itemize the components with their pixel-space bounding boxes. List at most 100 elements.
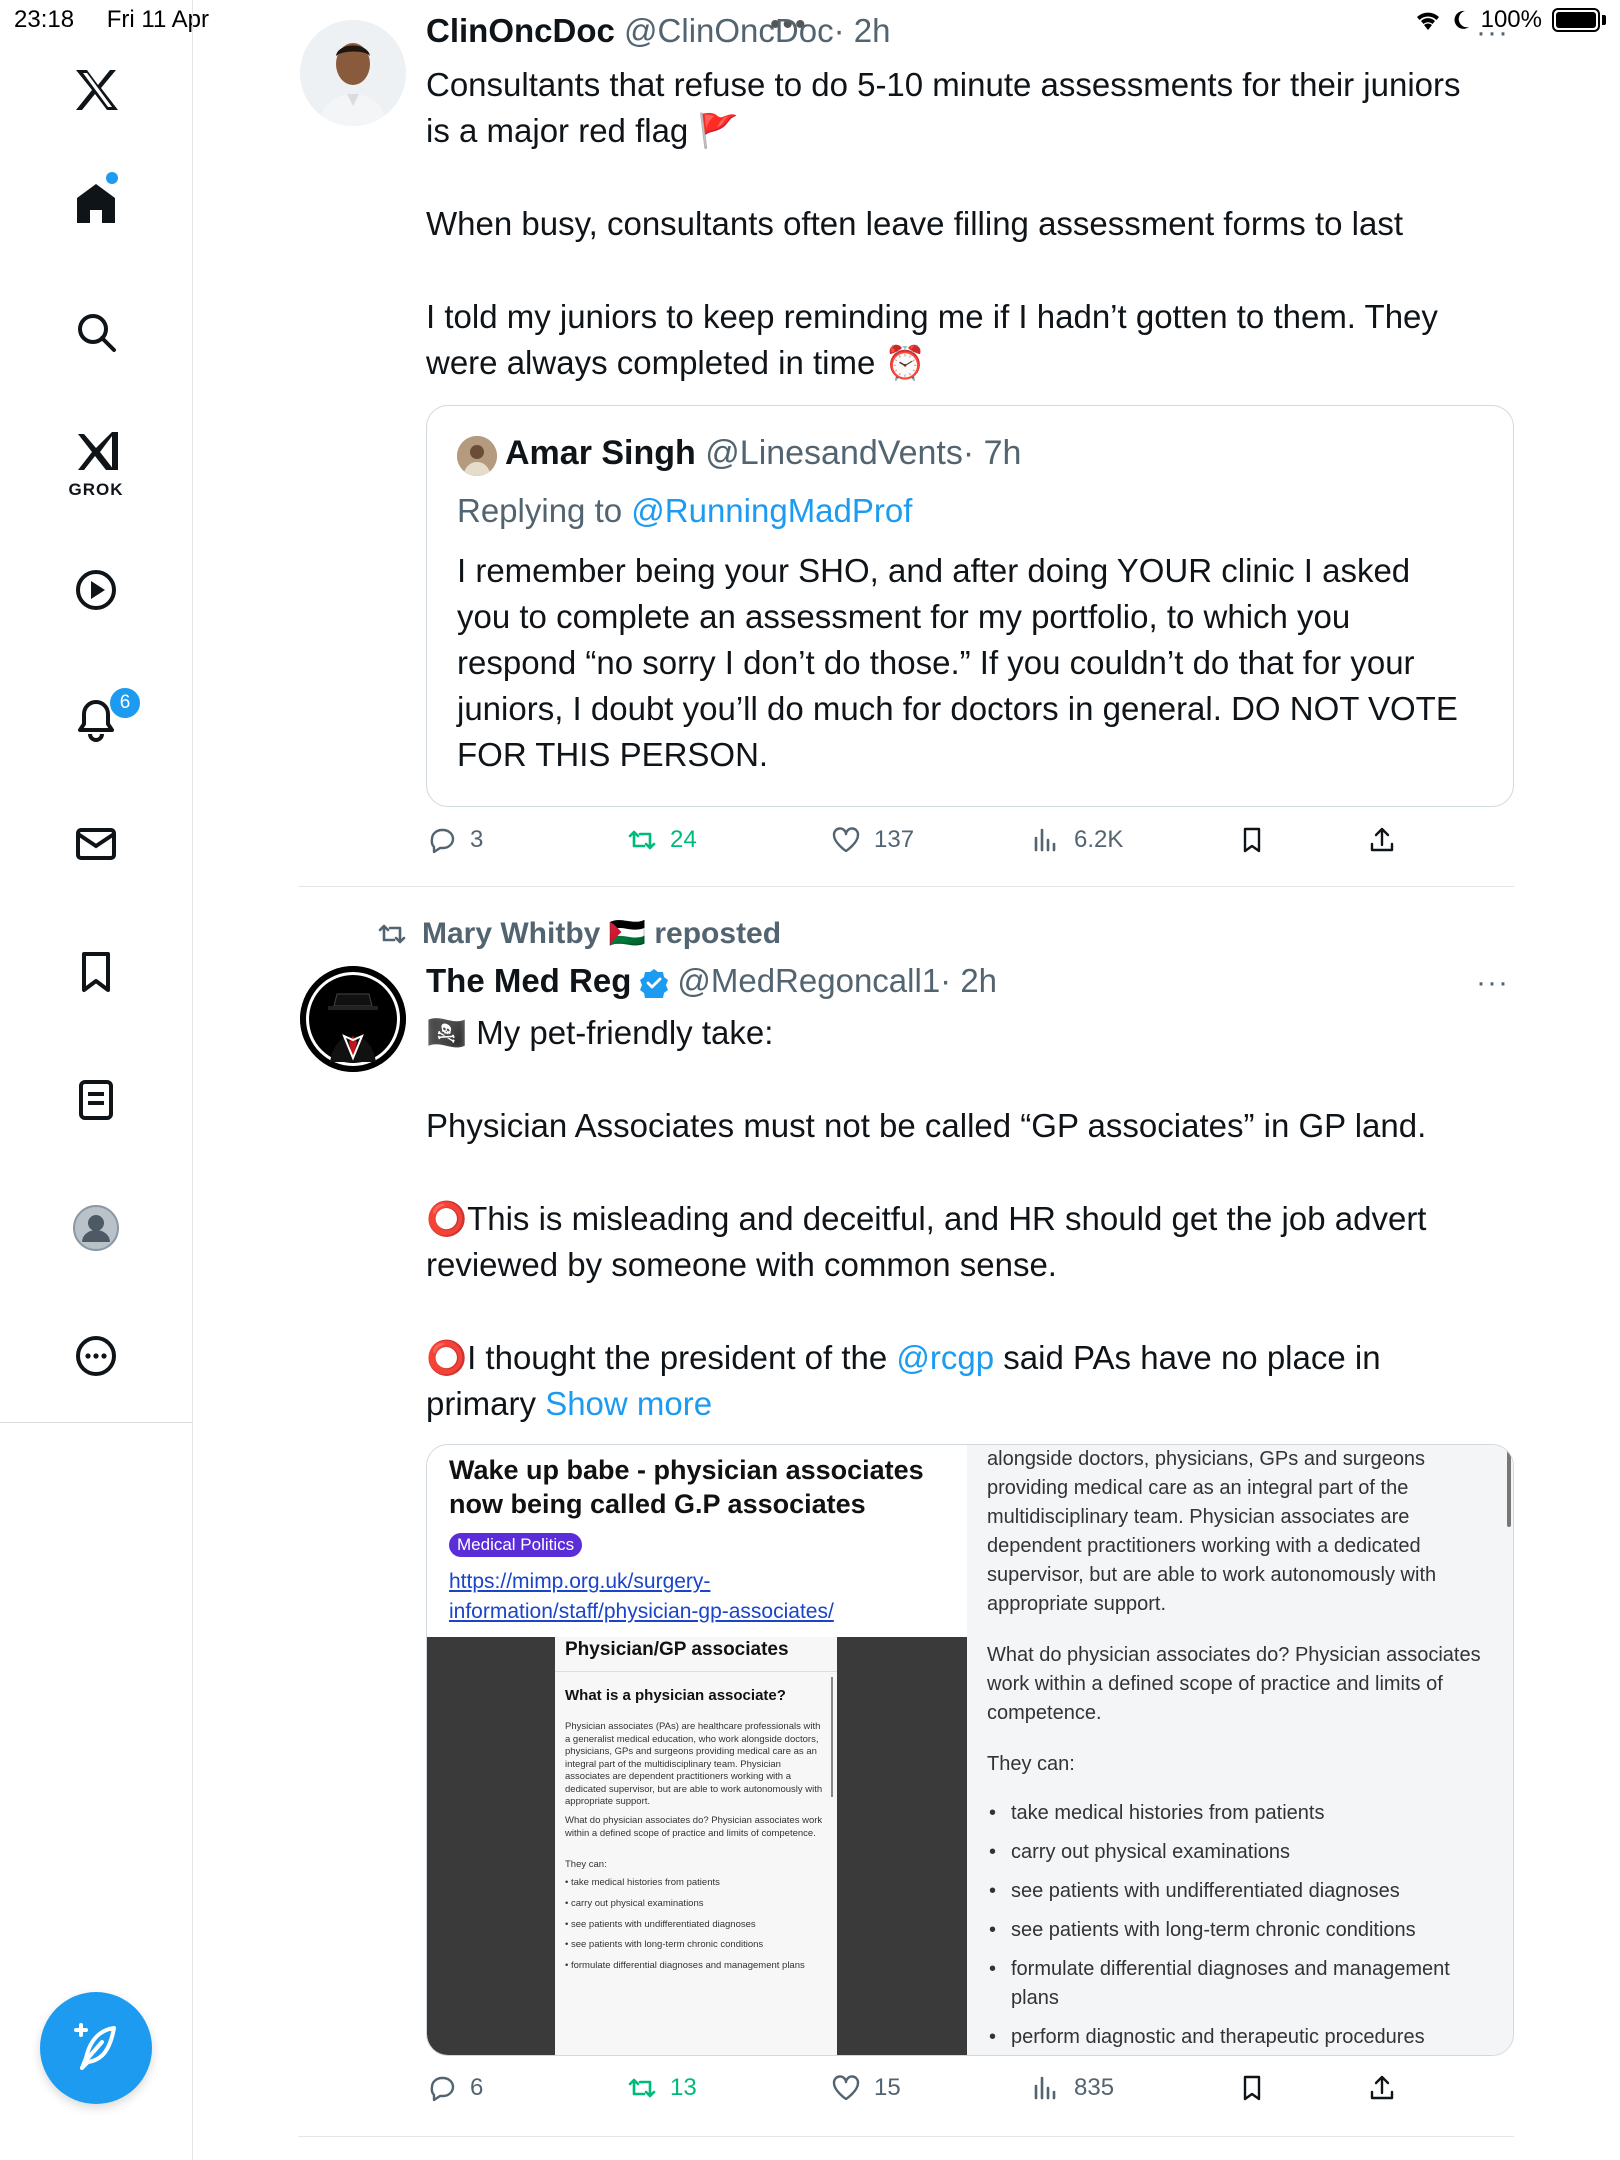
wifi-icon: [1416, 12, 1439, 30]
media-right-paragraph: What do physician associates do? Physici…: [987, 1644, 1481, 1724]
media-right-list-item: carry out physical examinations: [987, 1838, 1497, 1867]
doc-scrollbar: [831, 1677, 833, 1797]
tweet-text-line: Consultants that refuse to do 5-10 minut…: [426, 66, 1461, 103]
like-count: 15: [874, 2074, 901, 2101]
tweet-divider: [298, 2136, 1514, 2137]
tweet-author-line: The Med Reg @MedRegoncall1· 2h: [426, 962, 997, 1000]
view-count: 6.2K: [1074, 826, 1124, 853]
battery-icon: [1552, 8, 1600, 32]
tweet-text-line: I told my juniors to keep reminding me i…: [426, 298, 1438, 335]
bookmark-icon: [1243, 2075, 1261, 2101]
doc-title: Physician/GP associates: [565, 1639, 789, 1660]
sidebar-item-more[interactable]: [56, 1316, 136, 1396]
like-button[interactable]: 137: [830, 824, 914, 856]
heart-icon: [832, 827, 860, 853]
author-handle[interactable]: @ClinOncDoc: [624, 12, 834, 49]
quote-text-line: respond “no sorry I don’t do those.” If …: [457, 644, 1415, 681]
mention-link[interactable]: @rcgp: [896, 1339, 994, 1376]
media-doc: Physician/GP associates What is a physic…: [555, 1637, 837, 2055]
author-avatar[interactable]: [300, 20, 406, 126]
quote-text-line: FOR THIS PERSON.: [457, 736, 769, 773]
sidebar-item-lists[interactable]: [56, 1060, 136, 1140]
author-avatar[interactable]: [300, 966, 406, 1072]
repost-count: 13: [670, 2074, 697, 2101]
quote-text-line: juniors, I doubt you’ll do much for doct…: [457, 690, 1458, 727]
reply-count: 3: [470, 826, 484, 853]
media-tag-badge: Medical Politics: [449, 1533, 583, 1557]
tweet-text-line: Physician Associates must not be called …: [426, 1107, 1427, 1144]
author-name[interactable]: The Med Reg: [426, 962, 631, 999]
tweet-text-part: said PAs have no place in: [994, 1339, 1381, 1376]
more-options-icon[interactable]: ···: [1476, 16, 1509, 50]
share-button[interactable]: [1366, 2072, 1398, 2104]
bookmark-icon: [82, 952, 110, 992]
sidebar-item-home[interactable]: [56, 164, 136, 244]
heart-icon: [832, 2075, 860, 2101]
x-logo-icon[interactable]: [56, 50, 136, 130]
repost-button[interactable]: 24: [626, 824, 697, 856]
reply-button[interactable]: 6: [426, 2072, 483, 2104]
like-button[interactable]: 15: [830, 2072, 901, 2104]
tweet-text-part: primary: [426, 1385, 546, 1422]
show-more-link[interactable]: Show more: [545, 1385, 712, 1422]
repost-icon: [628, 830, 656, 850]
more-circle-icon: [76, 1336, 116, 1376]
more-options-icon[interactable]: ···: [1476, 966, 1509, 1000]
media-screenshot-right: alongside doctors, physicians, GPs and s…: [967, 1445, 1513, 2055]
media-right-they-can: They can:: [987, 1753, 1075, 1775]
grok-label: GROK: [68, 480, 124, 499]
tweet-text-line: When busy, consultants often leave filli…: [426, 205, 1404, 242]
media-title: Wake up babe - physician associates now …: [449, 1455, 924, 1519]
author-handle[interactable]: @MedRegoncall1: [677, 962, 940, 999]
compose-post-button[interactable]: [40, 1992, 152, 2104]
sidebar-nav: GROK 6: [0, 0, 193, 1422]
sidebar-item-profile[interactable]: [56, 1188, 136, 1268]
sidebar-item-bookmarks[interactable]: [56, 932, 136, 1012]
reposted-by-line[interactable]: Mary Whitby 🇵🇸 reposted: [376, 916, 781, 951]
quote-author-avatar: [457, 436, 497, 476]
tweet-media-image[interactable]: Wake up babe - physician associates now …: [426, 1444, 1514, 2056]
tweet-text-line: were always completed in time ⏰: [426, 344, 926, 381]
doc-list-item: carry out physical examinations: [565, 1894, 827, 1915]
author-name[interactable]: ClinOncDoc: [426, 12, 615, 49]
doc-paragraph: Physician associates (PAs) are healthcar…: [565, 1721, 823, 1807]
share-icon: [1370, 2075, 1394, 2100]
views-button[interactable]: 835: [1030, 2072, 1114, 2104]
bookmark-icon: [1243, 827, 1261, 853]
media-url: https://mimp.org.uk/surgery-information/…: [449, 1570, 834, 1623]
media-right-list-item: see patients with long-term chronic cond…: [987, 1916, 1497, 1945]
tweet-actions: 6 13 15 835: [426, 2072, 1426, 2116]
media-right-list-item: see patients with undifferentiated diagn…: [987, 1877, 1497, 1906]
view-count: 835: [1074, 2074, 1115, 2101]
doc-paragraph: What do physician associates do? Physici…: [565, 1815, 823, 1839]
views-button[interactable]: 6.2K: [1030, 824, 1123, 856]
share-button[interactable]: [1366, 824, 1398, 856]
doc-list-item: see patients with long-term chronic cond…: [565, 1935, 827, 1956]
sidebar-item-video[interactable]: [56, 550, 136, 630]
doc-separator: [555, 1671, 837, 1672]
media-right-list-item: formulate differential diagnoses and man…: [987, 1955, 1497, 2013]
bookmark-button[interactable]: [1236, 2072, 1268, 2104]
sidebar-item-explore[interactable]: [56, 292, 136, 372]
tweet-divider: [298, 886, 1514, 887]
tweet-time[interactable]: · 2h: [834, 12, 891, 49]
repost-button[interactable]: 13: [626, 2072, 697, 2104]
quote-author-line: Amar Singh @LinesandVents· 7h: [505, 434, 1021, 473]
tweet-text-part: ⭕I thought the president of the: [426, 1339, 897, 1376]
doc-list-item: take medical histories from patients: [565, 1873, 827, 1894]
bookmark-button[interactable]: [1236, 824, 1268, 856]
reply-icon: [430, 828, 455, 854]
sidebar-item-messages[interactable]: [56, 804, 136, 884]
doc-heading: What is a physician associate?: [565, 1687, 786, 1704]
reply-button[interactable]: 3: [426, 824, 483, 856]
tweet-text-line: ⭕This is misleading and deceitful, and H…: [426, 1200, 1427, 1237]
tweet-text-line: is a major red flag 🚩: [426, 112, 739, 149]
status-bar-right: 100%: [1413, 6, 1606, 34]
media-right-list: take medical histories from patients car…: [987, 1799, 1497, 2055]
tweet-actions: 3 24 137 6.2K: [426, 824, 1426, 868]
replying-prefix: Replying to: [457, 492, 632, 529]
reposted-by-text: Mary Whitby 🇵🇸 reposted: [422, 917, 782, 950]
tweet-time[interactable]: · 2h: [940, 962, 997, 999]
quoted-tweet[interactable]: Amar Singh @LinesandVents· 7h Replying t…: [426, 405, 1514, 807]
replying-mention-link[interactable]: @RunningMadProf: [631, 492, 912, 529]
